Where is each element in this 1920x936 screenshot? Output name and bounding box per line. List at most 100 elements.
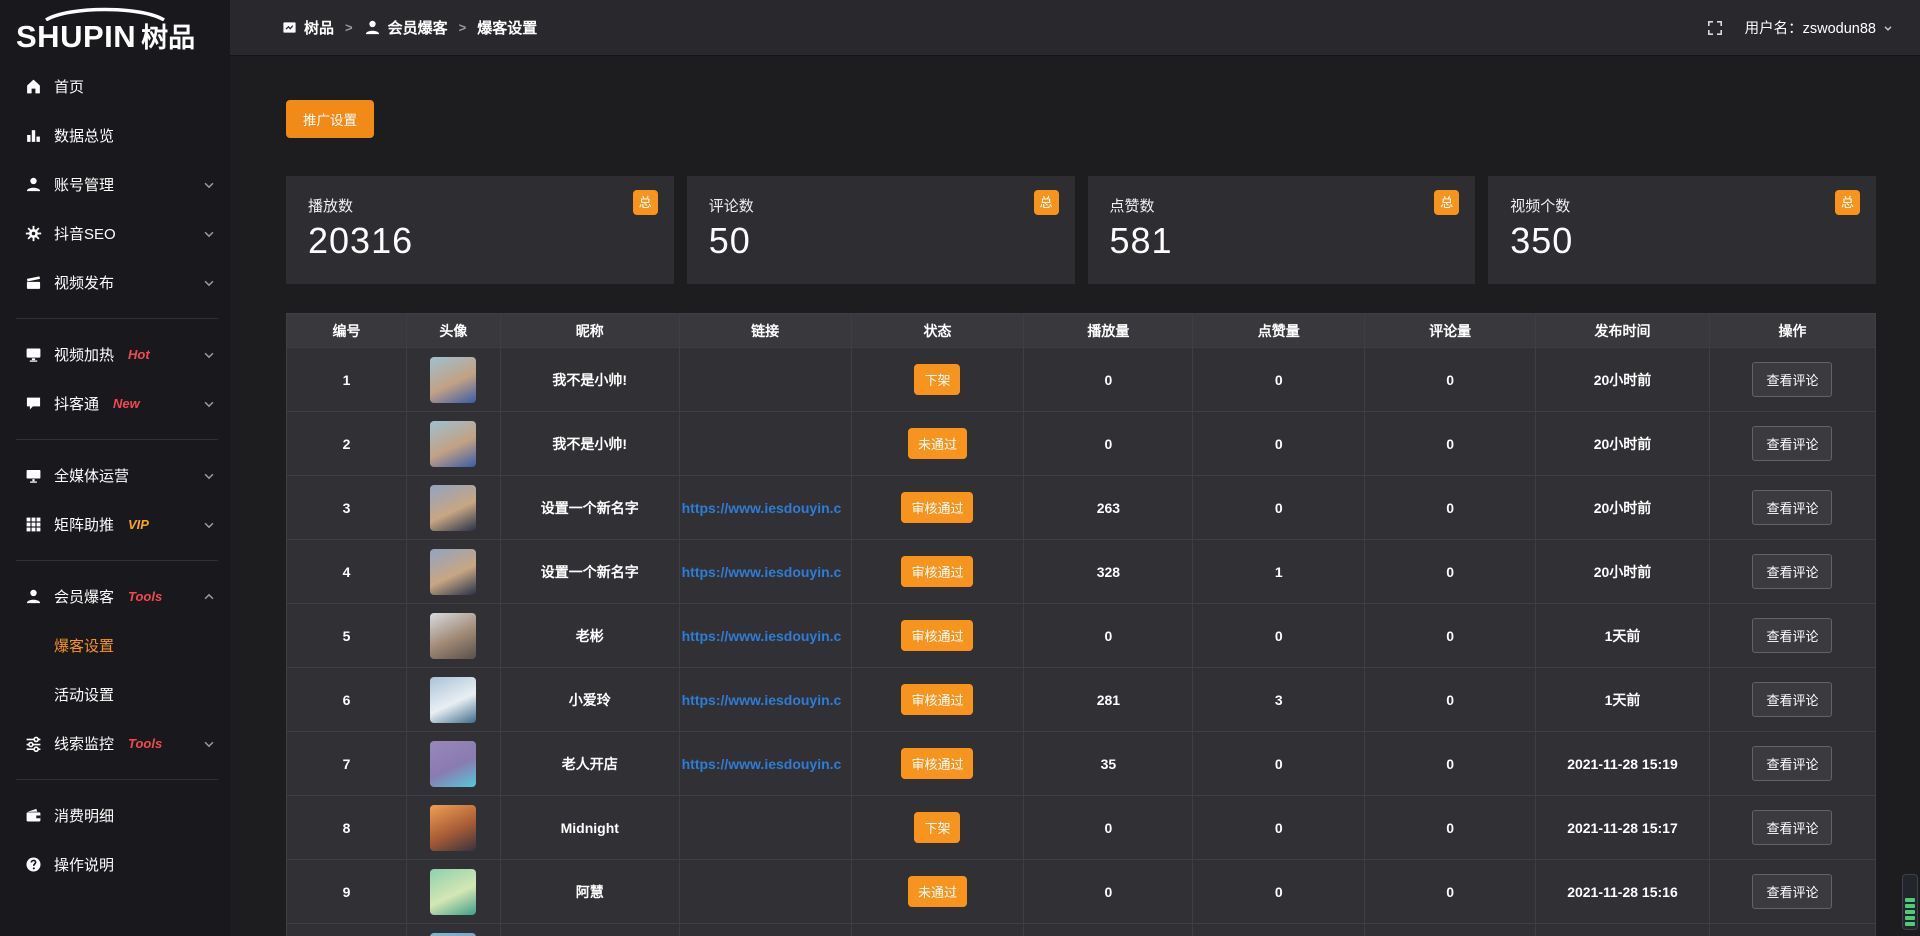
status-badge: 下架 xyxy=(914,364,960,395)
chevron-down-icon xyxy=(202,518,216,532)
sidebar-item-tag: Tools xyxy=(128,736,162,751)
cell-action xyxy=(1709,924,1875,936)
video-link[interactable]: https://www.iesdouyin.c xyxy=(680,756,851,772)
table-row: 8Midnight下架0002021-11-28 15:17查看评论 xyxy=(287,796,1876,860)
cell-link: https://www.iesdouyin.c xyxy=(679,540,851,604)
sidebar-item-clue-monitoring[interactable]: 线索监控Tools xyxy=(0,719,230,768)
cell-link xyxy=(679,412,851,476)
status-badge: 下架 xyxy=(914,812,960,843)
sidebar-item-consumption-details[interactable]: 消费明细 xyxy=(0,791,230,840)
table-row: 5老彬https://www.iesdouyin.c审核通过0001天前查看评论 xyxy=(287,604,1876,668)
column-header-1: 编号 xyxy=(287,314,407,348)
sidebar-item-home[interactable]: 首页 xyxy=(0,62,230,111)
view-comments-button[interactable]: 查看评论 xyxy=(1752,426,1832,461)
user-menu[interactable]: 用户名：zswodun88 xyxy=(1745,17,1894,38)
view-comments-button[interactable]: 查看评论 xyxy=(1752,810,1832,845)
cell-plays: 0 xyxy=(1024,860,1193,924)
logo-text: SHUPIN 树品 xyxy=(16,16,195,55)
cell-number: 9 xyxy=(287,860,407,924)
video-link[interactable]: https://www.iesdouyin.c xyxy=(680,692,851,708)
breadcrumb-item-3[interactable]: 爆客设置 xyxy=(477,17,537,38)
sidebar-item-douke-tong[interactable]: 抖客通New xyxy=(0,379,230,428)
sidebar-item-all-media-operation[interactable]: 全媒体运营 xyxy=(0,451,230,500)
table-row: 1我不是小帅!下架00020小时前查看评论 xyxy=(287,348,1876,412)
cell-likes: 0 xyxy=(1193,732,1365,796)
cell-publish-time xyxy=(1536,924,1710,936)
stat-card-label: 评论数 xyxy=(709,195,1053,216)
view-comments-button[interactable]: 查看评论 xyxy=(1752,490,1832,525)
view-comments-button[interactable]: 查看评论 xyxy=(1752,554,1832,589)
cell-likes: 1 xyxy=(1193,540,1365,604)
breadcrumb-item-2[interactable]: 会员爆客 xyxy=(364,17,448,38)
stat-card-comments: 评论数50总 xyxy=(687,176,1075,284)
cell-link: https://www.iesdouyin.c xyxy=(679,476,851,540)
view-comments-button[interactable]: 查看评论 xyxy=(1752,618,1832,653)
sidebar-item-member-baoke[interactable]: 会员爆客Tools xyxy=(0,572,230,621)
breadcrumb-item-1[interactable]: 树品 xyxy=(282,17,334,38)
meter-bar xyxy=(1905,916,1915,920)
sidebar-item-label: 视频加热 xyxy=(54,344,114,365)
sidebar-item-video-heating[interactable]: 视频加热Hot xyxy=(0,330,230,379)
cell-status: 审核通过 xyxy=(851,604,1024,668)
chevron-down-icon xyxy=(202,227,216,241)
sliders-icon xyxy=(25,735,42,752)
cell-nickname: Midnight xyxy=(500,796,679,860)
cell-likes xyxy=(1193,924,1365,936)
cell-link: https://www.iesdouyin.c xyxy=(679,732,851,796)
stat-card-plays: 播放数20316总 xyxy=(286,176,674,284)
sidebar-item-account-management[interactable]: 账号管理 xyxy=(0,160,230,209)
cell-action: 查看评论 xyxy=(1709,732,1875,796)
gear-icon xyxy=(25,225,42,242)
cell-comments: 0 xyxy=(1365,476,1536,540)
video-link[interactable]: https://www.iesdouyin.c xyxy=(680,500,851,516)
clapperboard-icon xyxy=(25,274,42,291)
topbar: 树品>会员爆客>爆客设置 用户名：zswodun88 xyxy=(230,0,1920,56)
sidebar-subitem-activity-settings[interactable]: 活动设置 xyxy=(0,670,230,719)
avatar xyxy=(430,741,476,787)
sidebar-item-video-publish[interactable]: 视频发布 xyxy=(0,258,230,307)
sidebar-item-operation-instructions[interactable]: 操作说明 xyxy=(0,840,230,889)
column-header-9: 发布时间 xyxy=(1536,314,1710,348)
sidebar-item-label: 账号管理 xyxy=(54,174,114,195)
cell-avatar xyxy=(406,476,500,540)
cell-action: 查看评论 xyxy=(1709,540,1875,604)
cell-status: 审核通过 xyxy=(851,668,1024,732)
sidebar-item-douyin-seo[interactable]: 抖音SEO xyxy=(0,209,230,258)
cell-link xyxy=(679,796,851,860)
cell-comments: 0 xyxy=(1365,668,1536,732)
cell-action: 查看评论 xyxy=(1709,668,1875,732)
meter-bar xyxy=(1905,922,1915,926)
sidebar-item-label: 首页 xyxy=(54,76,84,97)
sidebar-divider xyxy=(16,779,218,780)
sidebar-item-label: 操作说明 xyxy=(54,854,114,875)
fullscreen-icon[interactable] xyxy=(1707,20,1723,36)
view-comments-button[interactable]: 查看评论 xyxy=(1752,746,1832,781)
cell-likes: 0 xyxy=(1193,796,1365,860)
breadcrumb-separator: > xyxy=(345,20,353,35)
view-comments-button[interactable]: 查看评论 xyxy=(1752,682,1832,717)
avatar xyxy=(430,485,476,531)
sidebar-item-tag: New xyxy=(113,396,140,411)
sidebar-item-matrix-boost[interactable]: 矩阵助推VIP xyxy=(0,500,230,549)
video-link[interactable]: https://www.iesdouyin.c xyxy=(680,628,851,644)
cell-likes: 0 xyxy=(1193,860,1365,924)
stat-card-badge: 总 xyxy=(1434,190,1459,215)
column-header-7: 点赞量 xyxy=(1193,314,1365,348)
promo-settings-button[interactable]: 推广设置 xyxy=(286,100,374,138)
cell-status: 审核通过 xyxy=(851,476,1024,540)
stat-card-value: 350 xyxy=(1510,220,1854,262)
chevron-down-icon xyxy=(202,276,216,290)
cell-status xyxy=(851,924,1024,936)
sidebar-item-data-overview[interactable]: 数据总览 xyxy=(0,111,230,160)
breadcrumb-label: 爆客设置 xyxy=(477,17,537,38)
column-header-6: 播放量 xyxy=(1024,314,1193,348)
sidebar-subitem-baoke-settings[interactable]: 爆客设置 xyxy=(0,621,230,670)
cell-publish-time: 2021-11-28 15:16 xyxy=(1536,860,1710,924)
stat-card-value: 581 xyxy=(1110,220,1454,262)
video-link[interactable]: https://www.iesdouyin.c xyxy=(680,564,851,580)
view-comments-button[interactable]: 查看评论 xyxy=(1752,874,1832,909)
cell-comments: 0 xyxy=(1365,796,1536,860)
view-comments-button[interactable]: 查看评论 xyxy=(1752,362,1832,397)
chevron-down-icon xyxy=(202,348,216,362)
cell-avatar xyxy=(406,604,500,668)
